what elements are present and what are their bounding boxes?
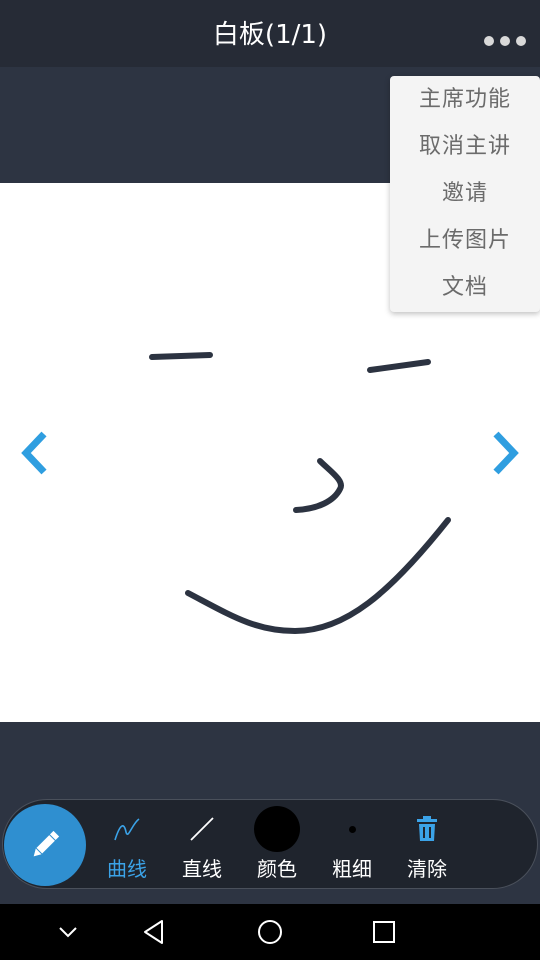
chevron-down-icon[interactable]: [52, 916, 84, 948]
dot: [516, 36, 526, 46]
stroke-right-eye: [367, 359, 431, 373]
menu-item-upload-image[interactable]: 上传图片: [390, 217, 540, 264]
tool-label-thickness: 粗细: [332, 857, 372, 881]
tool-label-clear: 清除: [407, 857, 447, 881]
thickness-dot-icon: [317, 805, 387, 853]
back-triangle-icon[interactable]: [138, 916, 170, 948]
pencil-button[interactable]: [4, 804, 86, 886]
menu-item-cancel-presenter[interactable]: 取消主讲: [390, 123, 540, 170]
menu-item-invite[interactable]: 邀请: [390, 170, 540, 217]
dot: [500, 36, 510, 46]
color-swatch-icon: [242, 805, 312, 853]
stroke-nose: [293, 458, 344, 513]
color-swatch: [254, 806, 300, 852]
tool-label-line: 直线: [182, 857, 222, 881]
chevron-right-icon[interactable]: [484, 428, 524, 478]
stroke-mouth: [185, 517, 451, 634]
tool-clear[interactable]: 清除: [392, 805, 462, 885]
tool-color[interactable]: 颜色: [242, 805, 312, 885]
menu-item-chair-functions[interactable]: 主席功能: [390, 76, 540, 123]
page-title: 白板(1/1): [212, 20, 328, 50]
tool-curve[interactable]: 曲线: [92, 805, 162, 885]
more-options-icon[interactable]: [480, 24, 530, 58]
menu-item-document[interactable]: 文档: [390, 264, 540, 311]
thickness-dot: [348, 825, 356, 833]
trash-icon: [392, 805, 462, 853]
system-navigation-bar: [0, 904, 540, 960]
tool-thickness[interactable]: 粗细: [317, 805, 387, 885]
pencil-icon: [33, 830, 60, 857]
options-menu: 主席功能 取消主讲 邀请 上传图片 文档: [390, 76, 540, 312]
chevron-left-icon[interactable]: [16, 428, 56, 478]
curve-icon: [92, 805, 162, 853]
tool-label-curve: 曲线: [107, 857, 147, 881]
dot: [484, 36, 494, 46]
recents-square-icon[interactable]: [368, 916, 400, 948]
tool-label-color: 颜色: [257, 857, 297, 881]
tool-line[interactable]: 直线: [167, 805, 237, 885]
home-circle-icon[interactable]: [254, 916, 286, 948]
stroke-left-eye: [149, 352, 213, 360]
line-icon: [167, 805, 237, 853]
